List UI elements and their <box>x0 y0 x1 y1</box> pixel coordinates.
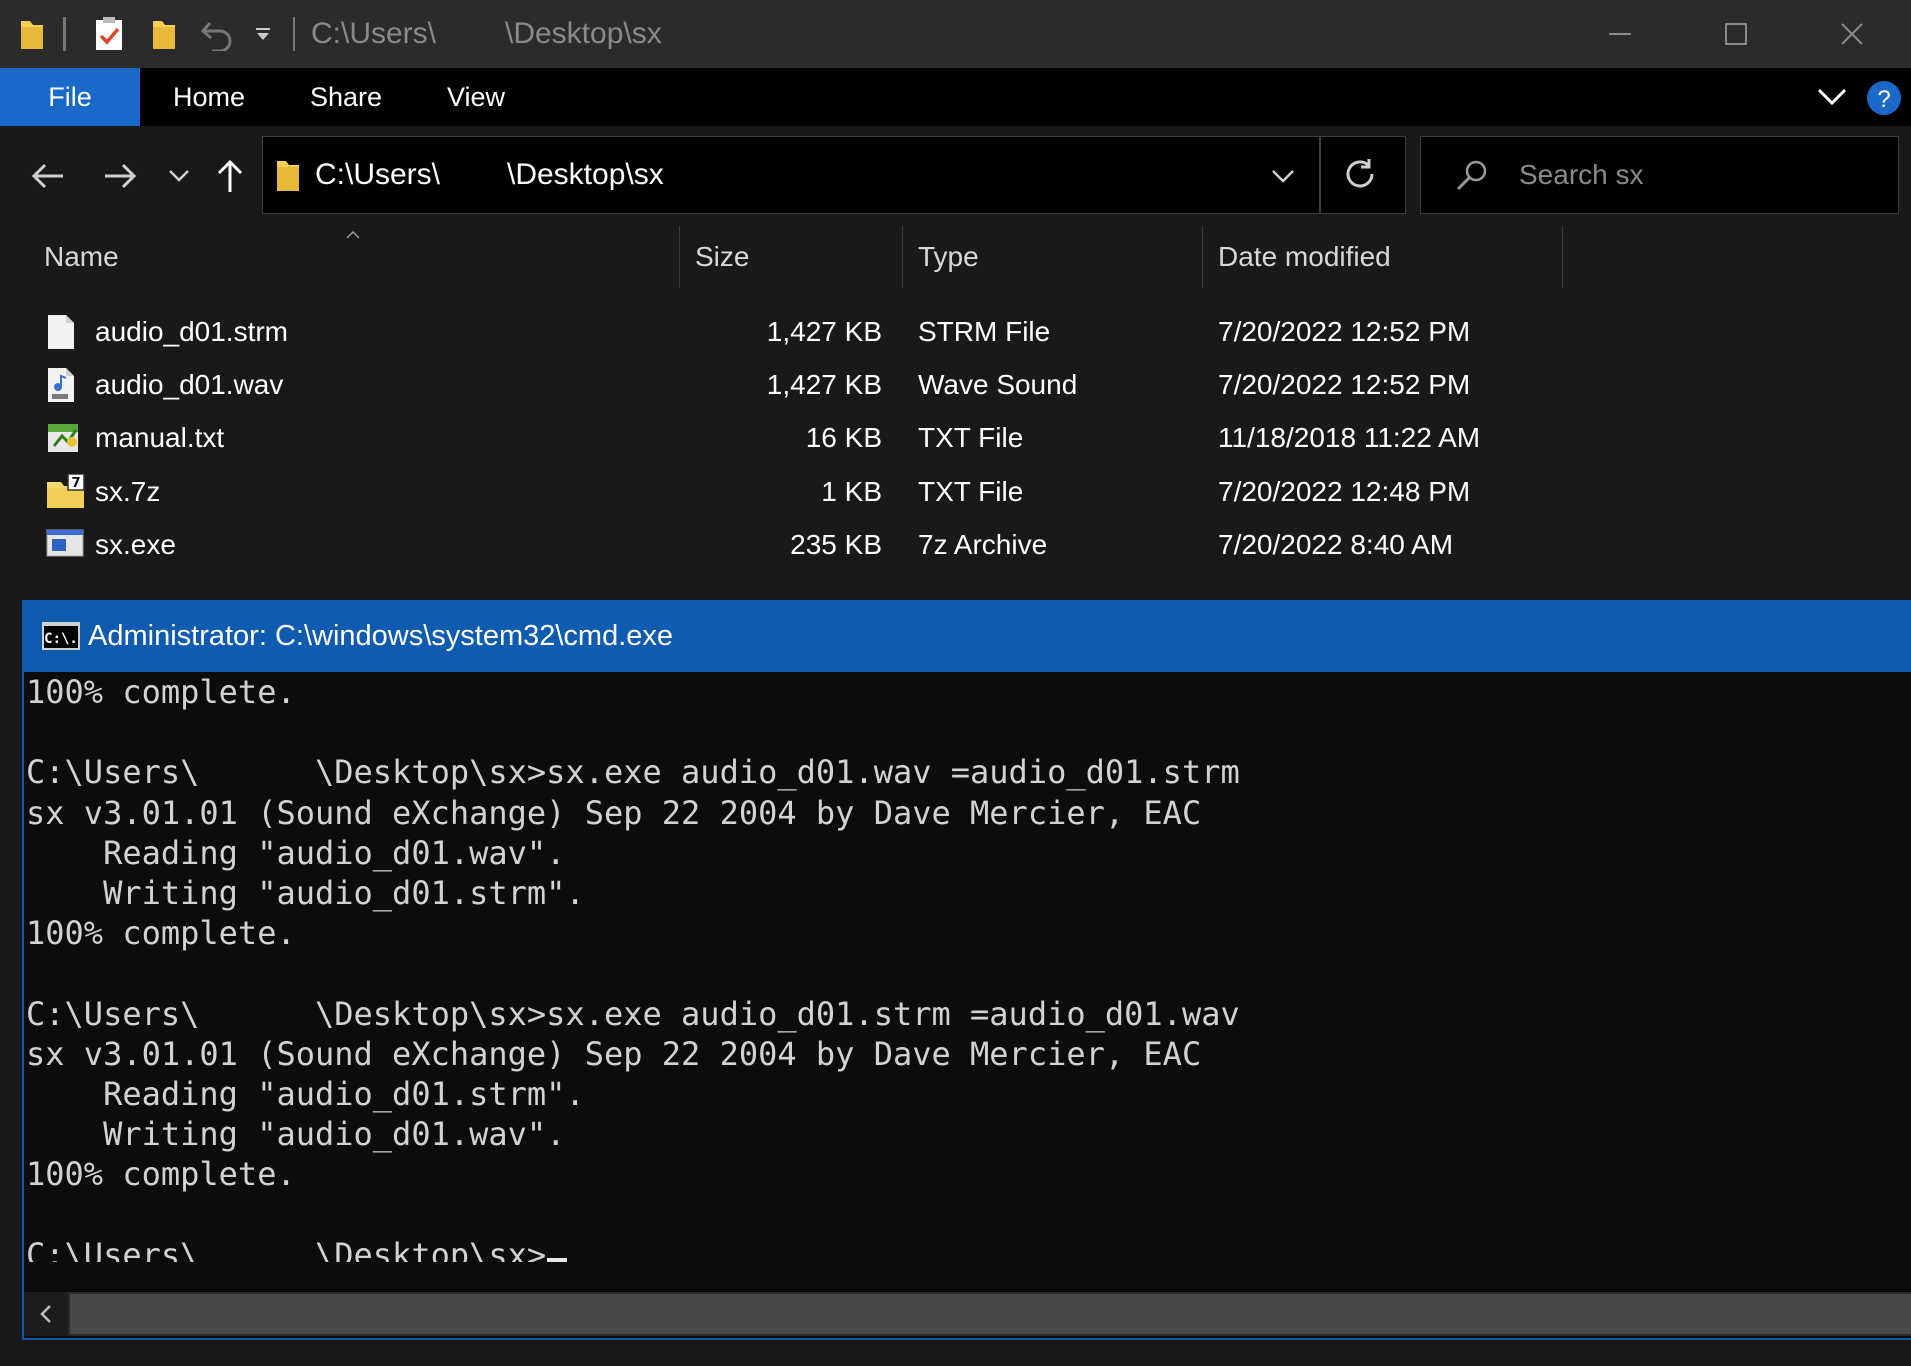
file-type: 7z Archive <box>918 529 1048 560</box>
maximize-button[interactable] <box>1678 0 1794 68</box>
scroll-left-arrow-icon[interactable] <box>24 1292 68 1336</box>
file-name: manual.txt <box>95 422 225 453</box>
svg-text:7: 7 <box>71 476 80 491</box>
exe-file-icon <box>46 527 84 565</box>
file-row[interactable]: sx.exe 235 KB 7z Archive 7/20/2022 8:40 … <box>0 519 1911 571</box>
ribbon: File Home Share View ? <box>0 68 1911 126</box>
cmd-window[interactable]: C:\. Administrator: C:\windows\system32\… <box>22 600 1911 1340</box>
file-size: 1,427 KB <box>766 316 882 347</box>
file-row[interactable]: audio_d01.strm 1,427 KB STRM File 7/20/2… <box>0 306 1911 358</box>
file-row[interactable]: audio_d01.wav 1,427 KB Wave Sound 7/20/2… <box>0 359 1911 411</box>
svg-text:?: ? <box>1877 86 1890 113</box>
blank-file-icon <box>46 314 82 352</box>
column-divider[interactable] <box>1562 226 1563 288</box>
file-date-modified: 7/20/2022 12:52 PM <box>1218 369 1471 400</box>
properties-icon[interactable] <box>90 0 130 68</box>
toolbar-separator <box>58 0 72 68</box>
scrollbar-thumb[interactable] <box>70 1294 1911 1334</box>
folder-icon <box>275 157 301 198</box>
address-path-start: C:\Users\ <box>315 158 441 191</box>
text-cursor <box>547 1257 568 1262</box>
search-icon <box>1455 159 1489 196</box>
tab-view[interactable]: View <box>424 68 528 126</box>
address-bar[interactable]: C:\Users\ \Desktop\sx <box>262 136 1406 214</box>
title-bar: C:\Users\ \Desktop\sx <box>0 0 1911 68</box>
close-button[interactable] <box>1794 0 1910 68</box>
address-dropdown-chevron-icon[interactable] <box>1267 161 1299 191</box>
cmd-title: Administrator: C:\windows\system32\cmd.e… <box>88 620 674 652</box>
cmd-icon: C:\. <box>42 622 80 655</box>
file-type: Wave Sound <box>918 369 1078 400</box>
cmd-title-bar[interactable]: C:\. Administrator: C:\windows\system32\… <box>24 600 1911 672</box>
file-date-modified: 7/20/2022 8:40 AM <box>1218 529 1454 560</box>
column-header-date-modified[interactable]: Date modified <box>1202 226 1562 288</box>
file-date-modified: 7/20/2022 12:48 PM <box>1218 476 1471 507</box>
file-row[interactable]: 7 sx.7z 1 KB TXT File 7/20/2022 12:48 PM <box>0 466 1911 518</box>
tab-file[interactable]: File <box>0 68 140 126</box>
recent-locations-chevron-icon[interactable] <box>162 146 196 206</box>
column-header-size[interactable]: Size <box>679 226 902 288</box>
text-file-icon <box>46 420 82 458</box>
wav-file-icon <box>46 367 82 405</box>
window-title-path-start: C:\Users\ <box>311 17 437 50</box>
up-arrow-icon[interactable] <box>208 146 252 206</box>
back-arrow-icon[interactable] <box>24 146 72 206</box>
file-size: 16 KB <box>805 422 882 453</box>
address-divider <box>1319 137 1321 213</box>
help-icon[interactable]: ? <box>1866 80 1902 116</box>
file-size: 1,427 KB <box>766 369 882 400</box>
file-name: sx.7z <box>95 476 161 507</box>
file-name: audio_d01.strm <box>95 316 289 347</box>
file-size: 1 KB <box>821 476 882 507</box>
refresh-icon[interactable] <box>1343 157 1379 193</box>
console-prompt: C:\Users\ \Desktop\sx> <box>26 1235 547 1262</box>
tab-home[interactable]: Home <box>150 68 268 126</box>
customize-toolbar-icon[interactable] <box>252 0 274 68</box>
new-folder-icon[interactable] <box>146 0 182 68</box>
bottom-strip <box>0 1340 1911 1366</box>
navigation-bar: C:\Users\ \Desktop\sx <box>0 126 1911 226</box>
undo-icon[interactable] <box>196 0 240 68</box>
file-list: Name Size Type Date modified audio_d01.s… <box>0 226 1911 606</box>
tab-share[interactable]: Share <box>290 68 402 126</box>
file-date-modified: 11/18/2018 11:22 AM <box>1218 422 1481 453</box>
archive-file-icon: 7 <box>46 473 85 512</box>
search-box[interactable] <box>1420 136 1899 214</box>
console-output[interactable]: 100% complete. C:\Users\ \Desktop\sx>sx.… <box>26 672 1906 1262</box>
column-header-name[interactable]: Name <box>28 226 679 288</box>
horizontal-scrollbar[interactable] <box>24 1292 1911 1336</box>
file-type: STRM File <box>918 316 1051 347</box>
file-name: sx.exe <box>95 529 176 560</box>
forward-arrow-icon[interactable] <box>96 146 144 206</box>
console-lines: 100% complete. C:\Users\ \Desktop\sx>sx.… <box>26 673 1240 1194</box>
toolbar-separator <box>290 0 300 68</box>
file-size: 235 KB <box>790 529 882 560</box>
search-input[interactable] <box>1519 153 1879 197</box>
file-row[interactable]: manual.txt 16 KB TXT File 11/18/2018 11:… <box>0 412 1911 464</box>
folder-icon <box>12 0 52 68</box>
address-path-end: \Desktop\sx <box>507 158 664 191</box>
file-name: audio_d01.wav <box>95 369 284 400</box>
window-title-path-end: \Desktop\sx <box>505 17 662 50</box>
cmd-icon-label: C:\. <box>44 631 78 647</box>
column-header-type[interactable]: Type <box>902 226 1202 288</box>
minimize-button[interactable] <box>1562 0 1678 68</box>
file-type: TXT File <box>918 422 1024 453</box>
file-type: TXT File <box>918 476 1024 507</box>
file-date-modified: 7/20/2022 12:52 PM <box>1218 316 1471 347</box>
expand-ribbon-icon[interactable] <box>1810 82 1854 112</box>
